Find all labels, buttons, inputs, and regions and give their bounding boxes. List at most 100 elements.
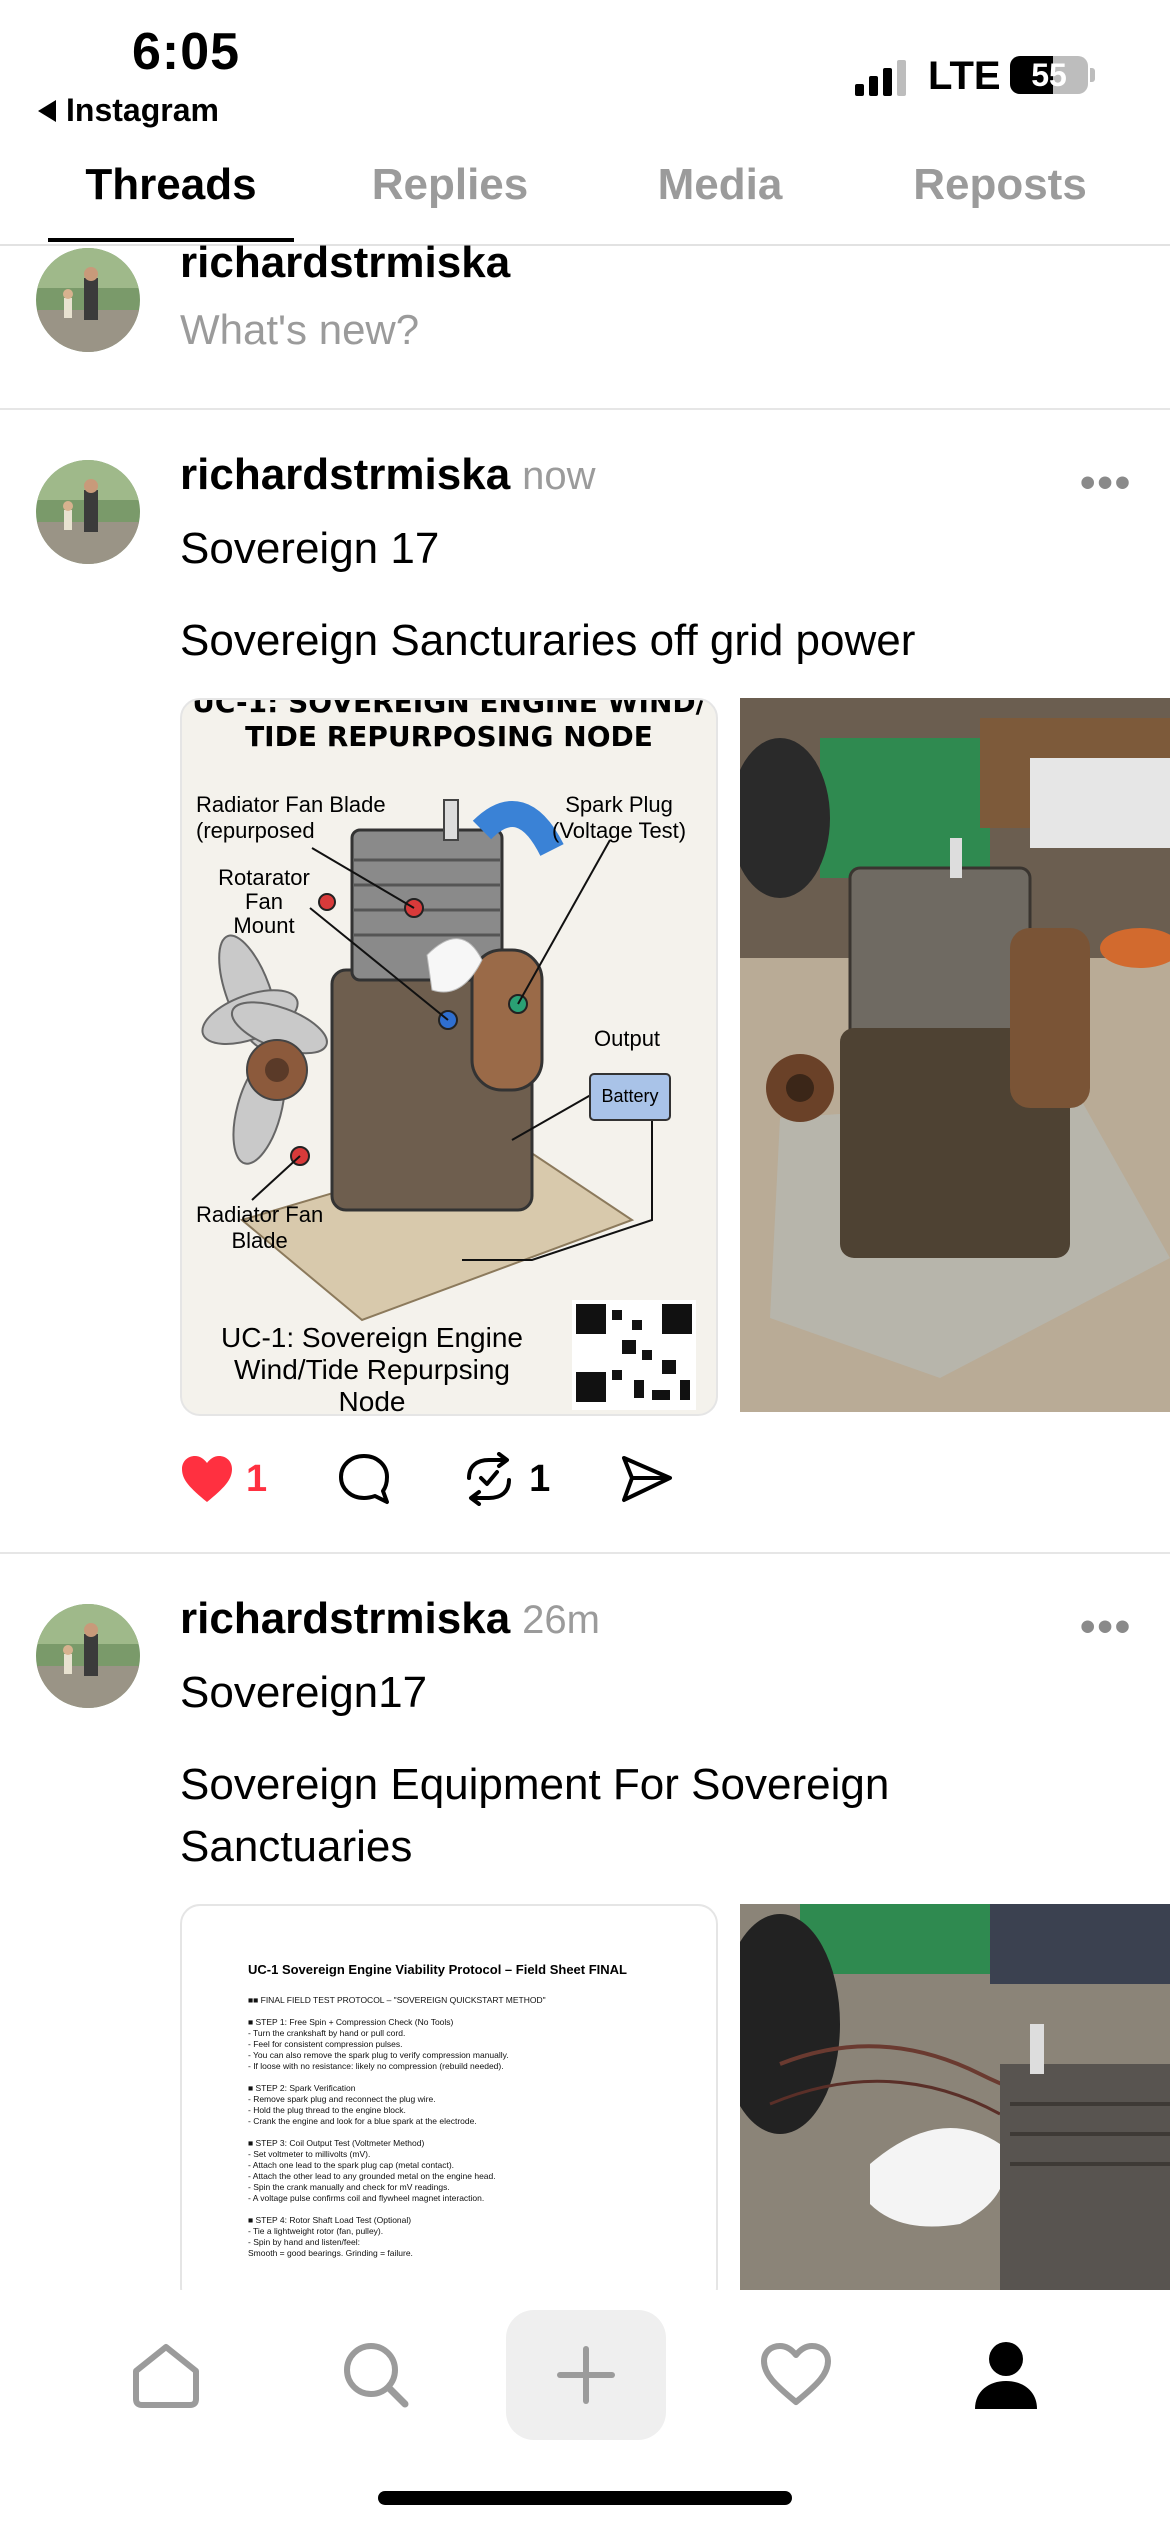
composer-username: richardstrmiska	[180, 238, 511, 287]
plus-icon	[557, 2346, 615, 2404]
document-body: ■■ FINAL FIELD TEST PROTOCOL – "SOVEREIG…	[248, 1995, 716, 2259]
document-line: - Attach the other lead to any grounded …	[248, 2171, 496, 2181]
composer-avatar[interactable]	[36, 248, 140, 352]
document-line: - Spin by hand and listen/feel:	[248, 2237, 360, 2247]
document-line: - Set voltmeter to millivolts (mV).	[248, 2149, 371, 2159]
like-button[interactable]: 1	[180, 1454, 267, 1504]
diagram-header-line: UC-1: SOVEREIGN ENGINE WIND/	[192, 698, 706, 719]
back-arrow-icon	[38, 99, 56, 122]
post-avatar[interactable]	[36, 1604, 140, 1708]
diagram-label-output: Output	[594, 1026, 661, 1051]
repost-button[interactable]: 1	[461, 1452, 550, 1506]
more-options-icon[interactable]: •••	[1080, 458, 1132, 508]
post-avatar[interactable]	[36, 460, 140, 564]
comment-icon	[339, 1454, 390, 1504]
tab-reposts[interactable]: Reposts	[880, 160, 1120, 210]
bottom-navigation	[0, 2290, 1170, 2460]
diagram-label-line: (repurposed	[196, 818, 315, 843]
search-icon	[344, 2343, 409, 2408]
document-line: - Remove spark plug and reconnect the pl…	[248, 2094, 436, 2104]
post-body-line: Sanctuaries	[180, 1822, 413, 1871]
post-header: richardstrmiska 26m	[180, 1594, 600, 1644]
tab-media[interactable]: Media	[600, 160, 840, 210]
document-line: - Hold the plug thread to the engine blo…	[248, 2105, 406, 2115]
diagram-label-line: (Voltage Test)	[552, 818, 687, 843]
cellular-signal-icon	[855, 60, 906, 96]
post-time: 26m	[522, 1598, 600, 1642]
heart-filled-icon	[182, 1456, 232, 1502]
repost-count: 1	[529, 1457, 551, 1500]
repost-icon	[467, 1452, 512, 1506]
nav-new-thread-button[interactable]	[506, 2310, 666, 2440]
document-line: - Feel for consistent compression pulses…	[248, 2039, 403, 2049]
status-time: 6:05	[132, 23, 241, 81]
nav-home[interactable]	[86, 2310, 246, 2440]
post-media-diagram[interactable]: UC-1: SOVEREIGN ENGINE WIND/ TIDE REPURP…	[180, 698, 718, 1416]
back-app-label: Instagram	[66, 92, 219, 128]
post-title: Sovereign17	[180, 1668, 428, 1717]
heart-icon	[761, 2343, 831, 2405]
document-title: UC-1 Sovereign Engine Viability Protocol…	[248, 1962, 627, 1977]
back-to-app-link[interactable]: Instagram	[38, 92, 219, 129]
share-button[interactable]	[620, 1454, 674, 1504]
diagram-footer-line: Node	[338, 1386, 406, 1416]
tab-threads[interactable]: Threads	[48, 160, 294, 210]
post-media-photo[interactable]	[740, 698, 1170, 1412]
diagram-label-line: Fan	[245, 889, 283, 914]
diagram-header-line: TIDE REPURPOSING NODE	[245, 720, 653, 753]
nav-activity[interactable]	[716, 2310, 876, 2440]
document-line: - A voltage pulse confirms coil and flyw…	[248, 2193, 485, 2203]
diagram-label-line: Mount	[233, 913, 295, 938]
tabs-divider	[0, 244, 1170, 246]
diagram-label-line: Rotarator	[218, 865, 310, 890]
document-line: ■ STEP 1: Free Spin + Compression Check …	[248, 2017, 454, 2027]
diagram-label-radiator-blade: Radiator Fan Blade (repurposed	[196, 792, 386, 844]
battery-level: 55	[1031, 57, 1067, 93]
document-line: ■ STEP 3: Coil Output Test (Voltmeter Me…	[248, 2138, 425, 2148]
post-time: now	[522, 454, 596, 498]
section-divider	[0, 1552, 1170, 1554]
battery-tip	[1090, 68, 1095, 82]
post-title: Sovereign 17	[180, 524, 440, 573]
post-media-document[interactable]: UC-1 Sovereign Engine Viability Protocol…	[180, 1904, 718, 2308]
post-username[interactable]: richardstrmiska	[180, 1594, 510, 1643]
like-count: 1	[246, 1457, 268, 1500]
document-line: - You can also remove the spark plug to …	[248, 2050, 509, 2060]
document-line: - If loose with no resistance: likely no…	[248, 2061, 504, 2071]
profile-tabs: Threads Replies Media Reposts	[0, 160, 1170, 244]
diagram-label-line: Radiator Fan Blade	[196, 792, 386, 817]
nav-search[interactable]	[296, 2310, 456, 2440]
document-line: ■ STEP 4: Rotor Shaft Load Test (Optiona…	[248, 2215, 412, 2225]
composer-input[interactable]: What's new?	[180, 306, 419, 354]
post-actions: 1 1	[180, 1452, 674, 1506]
diagram-label-battery: Battery	[601, 1086, 659, 1106]
profile-icon	[975, 2342, 1037, 2409]
reply-button[interactable]	[337, 1452, 391, 1506]
home-icon	[133, 2344, 199, 2408]
document-line: - Tie a lightweight rotor (fan, pulley).	[248, 2226, 384, 2236]
post-body: Sovereign Equipment For Sovereign Sanctu…	[180, 1754, 889, 1878]
home-indicator	[378, 2491, 792, 2505]
diagram-label-line: Radiator Fan	[196, 1202, 324, 1227]
diagram-footer: UC-1: Sovereign Engine Wind/Tide Repurps…	[182, 1322, 562, 1416]
document-line: ■■ FINAL FIELD TEST PROTOCOL – "SOVEREIG…	[248, 1995, 546, 2005]
post-username[interactable]: richardstrmiska	[180, 450, 510, 499]
share-icon	[622, 1456, 673, 1502]
battery-icon: 55	[1010, 56, 1088, 94]
nav-profile[interactable]	[926, 2310, 1086, 2440]
tab-replies[interactable]: Replies	[330, 160, 570, 210]
diagram-label-spark-plug: Spark Plug (Voltage Test)	[552, 792, 686, 844]
post-media-photo[interactable]	[740, 1904, 1170, 2290]
diagram-footer-line: Wind/Tide Repurpsing	[234, 1354, 510, 1385]
post-header: richardstrmiska now	[180, 450, 596, 500]
document-line: ■ STEP 2: Spark Verification	[248, 2083, 356, 2093]
diagram-label-line: Blade	[231, 1228, 288, 1253]
more-options-icon[interactable]: •••	[1080, 1602, 1132, 1652]
network-type: LTE	[928, 54, 1001, 98]
post-body: Sovereign Sancturaries off grid power	[180, 616, 916, 665]
document-line: - Spin the crank manually and check for …	[248, 2182, 450, 2192]
